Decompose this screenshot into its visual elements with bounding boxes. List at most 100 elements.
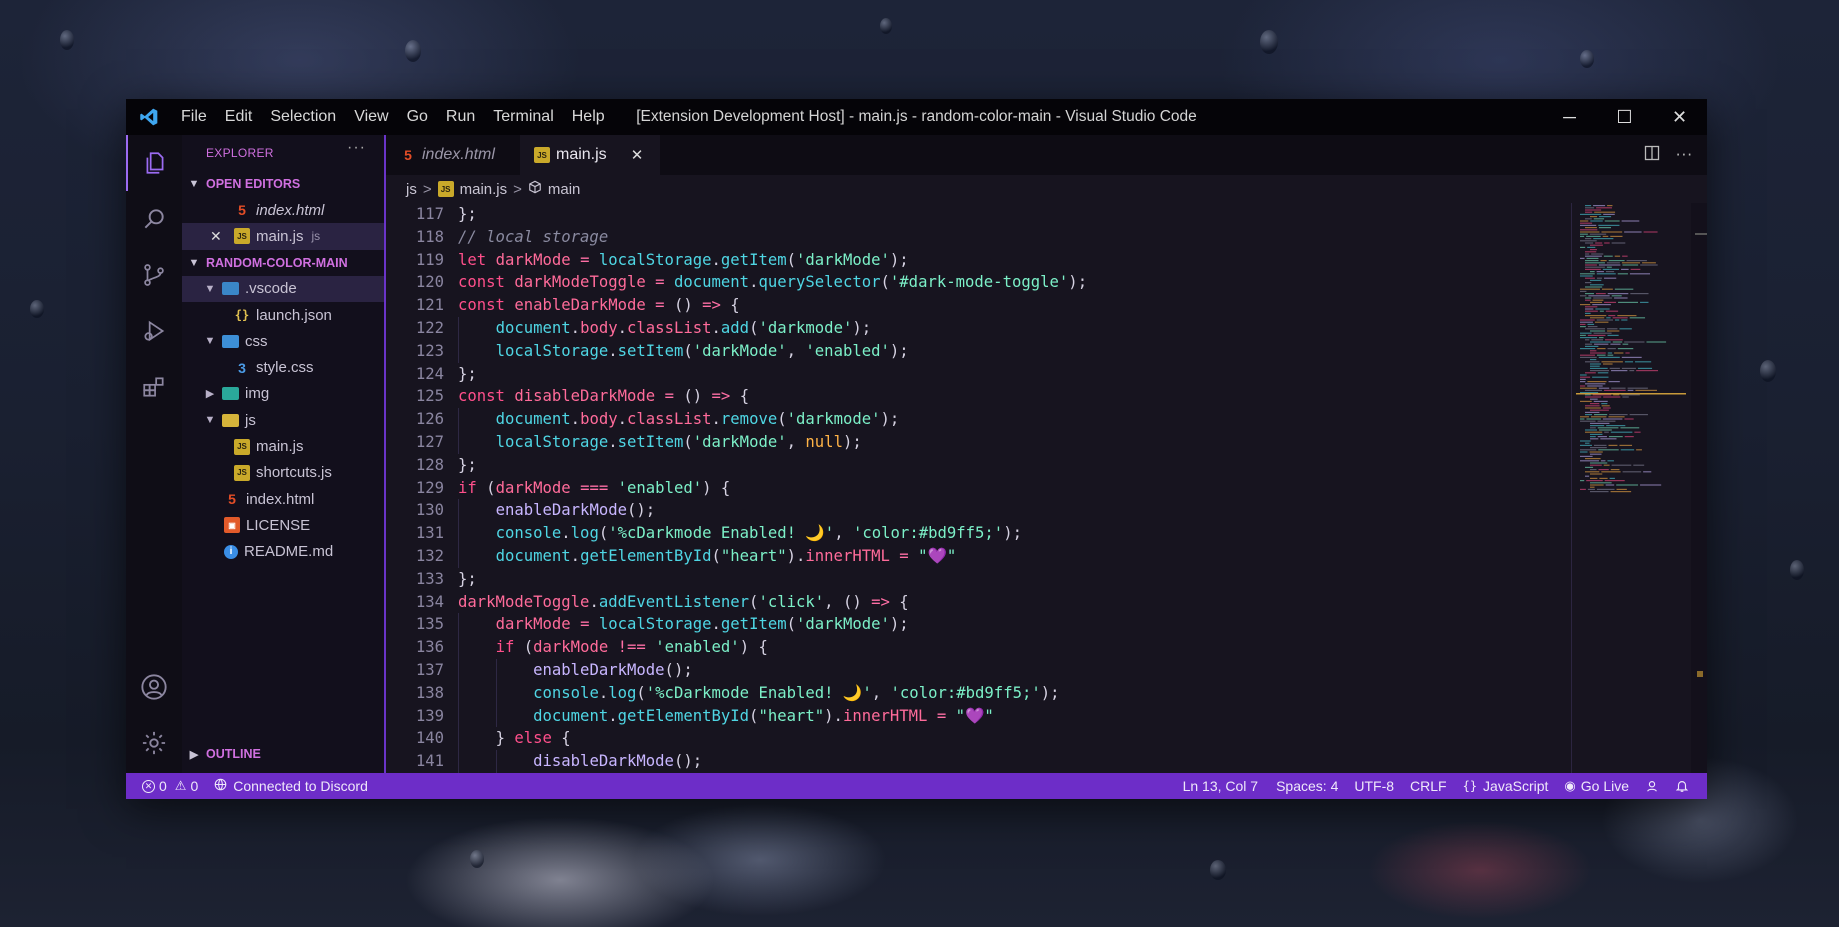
tree-file-launch[interactable]: {} launch.json	[182, 302, 384, 328]
code-editor[interactable]: 117}; 118// local storage 119 let darkMode …	[386, 203, 1572, 773]
code-line[interactable]: 128};	[386, 454, 1571, 477]
tree-folder-css[interactable]: ▼ css	[182, 328, 384, 354]
code-line[interactable]: 141 disableDarkMode();	[386, 750, 1571, 773]
minimize-button[interactable]: ─	[1542, 99, 1597, 135]
minimap-line	[1585, 315, 1607, 317]
close-icon[interactable]: ✕	[210, 228, 234, 245]
minimap-line	[1609, 477, 1615, 479]
source-control-icon[interactable]	[126, 247, 182, 303]
menu-edit[interactable]: Edit	[216, 99, 262, 135]
code-line[interactable]: 129 if (darkMode === 'enabled') {	[386, 477, 1571, 500]
editor-scrollbar[interactable]	[1691, 203, 1707, 773]
tab-index-html[interactable]: 5 index.html	[386, 135, 520, 175]
tree-file-style[interactable]: 3 style.css	[182, 354, 384, 380]
minimap-line	[1580, 400, 1592, 402]
tab-main-js[interactable]: JS main.js ✕	[520, 135, 660, 175]
account-icon[interactable]	[126, 659, 182, 715]
breadcrumb-folder[interactable]: js	[406, 181, 417, 198]
code-line[interactable]: 127 localStorage.setItem('darkMode', nul…	[386, 430, 1571, 454]
breadcrumb-symbol[interactable]: main	[548, 181, 581, 198]
go-live-button[interactable]: ◉ Go Live	[1556, 773, 1637, 799]
more-actions-icon[interactable]: ···	[347, 139, 366, 157]
language-mode[interactable]: {} JavaScript	[1455, 773, 1557, 799]
code-line[interactable]: 136 if (darkMode !== 'enabled') {	[386, 636, 1571, 659]
close-window-button[interactable]: ✕	[1652, 99, 1707, 135]
code-line[interactable]: 121 const enableDarkMode = () => {	[386, 294, 1571, 317]
tree-label: style.css	[256, 359, 314, 377]
tree-folder-vscode[interactable]: ▼ .vscode	[182, 275, 384, 302]
minimap-line	[1608, 444, 1618, 446]
menu-view[interactable]: View	[345, 99, 397, 135]
code-line[interactable]: 134 darkModeToggle.addEventListener('clic…	[386, 591, 1571, 614]
menu-go[interactable]: Go	[398, 99, 437, 135]
code-line[interactable]: 138 console.log('%cDarkmode Enabled! 🌙',…	[386, 681, 1571, 705]
minimap-line	[1646, 341, 1667, 343]
line-number: 127	[415, 432, 444, 451]
line-ending[interactable]: CRLF	[1402, 773, 1455, 799]
tree-file-license[interactable]: ▣ LICENSE	[182, 512, 384, 538]
cursor-position[interactable]: Ln 13, Col 7	[1175, 773, 1267, 799]
code-line[interactable]: 123 localStorage.setItem('darkMode', 'en…	[386, 339, 1571, 363]
extensions-icon[interactable]	[126, 359, 182, 415]
search-icon[interactable]	[126, 191, 182, 247]
indentation[interactable]: Spaces: 4	[1266, 773, 1346, 799]
code-line[interactable]: 131 console.log('%cDarkmode Enabled! 🌙',…	[386, 522, 1571, 545]
minimap[interactable]	[1576, 203, 1686, 773]
code-line[interactable]: 139 document.getElementById("heart").inn…	[386, 704, 1571, 728]
settings-gear-icon[interactable]	[126, 715, 182, 771]
minimap-line	[1624, 361, 1634, 363]
code-line[interactable]: 117};	[386, 203, 1571, 226]
minimap-line	[1614, 297, 1628, 299]
discord-status[interactable]: Connected to Discord	[206, 773, 376, 799]
code-line[interactable]: 140 } else {	[386, 727, 1571, 751]
menu-run[interactable]: Run	[437, 99, 484, 135]
more-actions-icon[interactable]: ···	[1676, 146, 1693, 164]
code-line[interactable]: 120 const darkModeToggle = document.query…	[386, 271, 1571, 294]
menu-file[interactable]: File	[172, 99, 216, 135]
tree-file-readme[interactable]: i README.md	[182, 539, 384, 565]
menu-help[interactable]: Help	[563, 99, 614, 135]
code-line[interactable]: 122 document.body.classList.add('darkmod…	[386, 316, 1571, 340]
tree-file-main[interactable]: JS main.js	[182, 433, 384, 459]
code-line[interactable]: 126 document.body.classList.remove('dark…	[386, 408, 1571, 431]
maximize-button[interactable]: ☐	[1597, 99, 1652, 135]
code-line[interactable]: 135 darkMode = localStorage.getItem('dar…	[386, 613, 1571, 637]
encoding[interactable]: UTF-8	[1346, 773, 1402, 799]
tree-file-shortcuts[interactable]: JS shortcuts.js	[182, 460, 384, 486]
feedback-icon[interactable]	[1637, 773, 1667, 799]
code-line[interactable]: 137 enableDarkMode();	[386, 658, 1571, 682]
scroll-marker	[1697, 671, 1703, 677]
menu-selection[interactable]: Selection	[261, 99, 345, 135]
split-editor-icon[interactable]	[1644, 145, 1660, 165]
code-line[interactable]: 133};	[386, 568, 1571, 591]
tree-folder-img[interactable]: ▶ img	[182, 381, 384, 407]
open-editor-item[interactable]: 5 index.html	[182, 197, 384, 223]
code-line[interactable]: 118 // local storage	[386, 226, 1571, 249]
run-debug-icon[interactable]	[126, 303, 182, 359]
minimap-line	[1595, 242, 1603, 244]
code-line[interactable]: 124};	[386, 363, 1571, 386]
problems-indicator[interactable]: ✕ 0 ⚠ 0	[126, 773, 206, 799]
breadcrumb-file[interactable]: main.js	[460, 181, 508, 198]
outline-section[interactable]: ▶ OUTLINE	[182, 743, 261, 765]
explorer-icon[interactable]	[126, 135, 182, 191]
code-line[interactable]: 130 enableDarkMode();	[386, 499, 1571, 523]
close-tab-icon[interactable]: ✕	[631, 146, 644, 164]
tree-folder-js[interactable]: ▼ js	[182, 407, 384, 433]
code-line[interactable]: 125 const disableDarkMode = () => {	[386, 385, 1571, 408]
minimap-line	[1585, 227, 1597, 229]
minimap-line	[1612, 317, 1628, 319]
open-editors-section[interactable]: ▼ OPEN EDITORS	[182, 171, 384, 197]
open-editor-item-active[interactable]: ✕ JS main.js js	[182, 223, 384, 250]
project-section[interactable]: ▼ RANDOM-COLOR-MAIN	[182, 250, 384, 276]
minimap-line	[1616, 484, 1639, 486]
minimap-line	[1590, 436, 1596, 438]
minimap-line	[1607, 328, 1618, 330]
menu-terminal[interactable]: Terminal	[484, 99, 562, 135]
code-line[interactable]: 119 let darkMode = localStorage.getItem('…	[386, 249, 1571, 272]
code-line[interactable]: 132 document.getElementById("heart").inn…	[386, 544, 1571, 568]
open-editor-folder: js	[311, 229, 321, 244]
notifications-bell-icon[interactable]	[1667, 773, 1697, 799]
tree-file-index[interactable]: 5 index.html	[182, 486, 384, 512]
raindrop	[470, 850, 484, 868]
